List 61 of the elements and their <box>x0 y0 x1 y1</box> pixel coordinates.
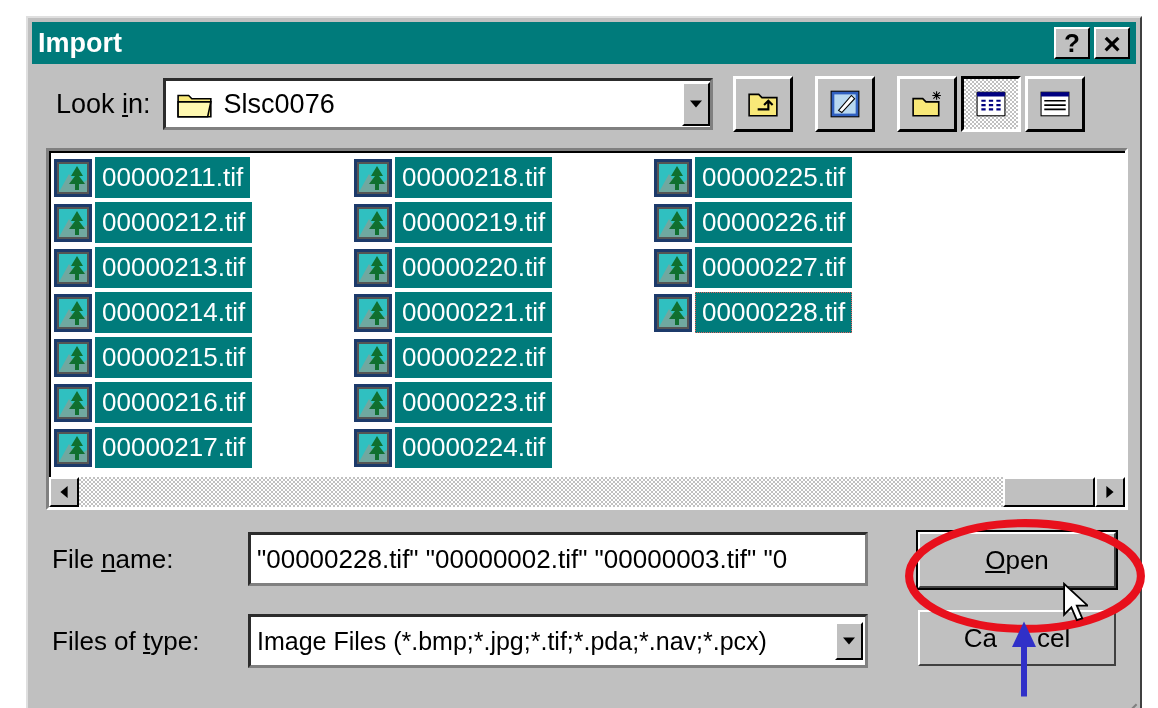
list-view-icon <box>975 91 1006 117</box>
window-title: Import <box>38 27 122 59</box>
file-list-item[interactable]: 00000215.tif <box>95 337 253 378</box>
file-list-item[interactable]: 00000219.tif <box>395 202 553 243</box>
file-list-item[interactable]: 00000222.tif <box>395 337 553 378</box>
image-file-icon <box>53 337 93 378</box>
image-file-icon <box>53 202 93 243</box>
image-file-icon <box>53 157 93 198</box>
file-name-field[interactable]: "00000228.tif" "00000002.tif" "00000003.tif" "0 <box>248 532 868 586</box>
pencil-window-icon <box>828 89 861 119</box>
details-view-button[interactable] <box>1024 76 1085 132</box>
image-file-icon <box>53 292 93 333</box>
file-list-item[interactable]: 00000227.tif <box>695 247 853 288</box>
image-file-icon <box>53 247 93 288</box>
file-list-item[interactable]: 00000218.tif <box>395 157 553 198</box>
image-file-icon <box>653 292 693 333</box>
file-name-label: File name: <box>52 543 175 575</box>
image-file-icon <box>353 247 393 288</box>
image-file-icon <box>353 202 393 243</box>
scrollbar-thumb[interactable] <box>1003 477 1095 507</box>
image-file-icon <box>353 157 393 198</box>
desktop-button[interactable] <box>814 76 875 132</box>
file-list-item[interactable]: 00000217.tif <box>95 427 253 468</box>
files-of-type-label: Files of type: <box>52 625 201 657</box>
image-file-icon <box>53 427 93 468</box>
image-file-icon <box>353 382 393 423</box>
file-list-item[interactable]: 00000223.tif <box>395 382 553 423</box>
list-view-button[interactable] <box>960 76 1021 132</box>
new-folder-icon <box>910 90 943 118</box>
file-list-item[interactable]: 00000221.tif <box>395 292 553 333</box>
file-list-item[interactable]: 00000220.tif <box>395 247 553 288</box>
file-list-item[interactable]: 00000226.tif <box>695 202 853 243</box>
look-in-value: Slsc0076 <box>223 88 336 120</box>
file-list-item[interactable]: 00000214.tif <box>95 292 253 333</box>
files-of-type-dropdown[interactable]: Image Files (*.bmp;*.jpg;*.tif;*.pda;*.nav;*.pcx) <box>248 614 868 668</box>
file-list-item[interactable]: 00000212.tif <box>95 202 253 243</box>
image-file-icon <box>353 292 393 333</box>
look-in-dropdown[interactable]: Slsc0076 <box>162 78 713 130</box>
new-folder-button[interactable] <box>896 76 957 132</box>
image-file-icon <box>653 247 693 288</box>
image-file-icon <box>353 337 393 378</box>
file-list-item[interactable]: 00000224.tif <box>395 427 553 468</box>
details-view-icon <box>1039 91 1070 117</box>
image-file-icon <box>53 382 93 423</box>
image-file-icon <box>353 427 393 468</box>
up-folder-button[interactable] <box>732 76 793 132</box>
scroll-left-icon[interactable] <box>49 477 79 507</box>
file-list-item[interactable]: 00000228.tif <box>695 292 853 333</box>
look-in-label: Look in: <box>56 88 151 120</box>
file-list-item[interactable]: 00000211.tif <box>95 157 251 198</box>
help-button[interactable]: ? <box>1054 27 1090 59</box>
horizontal-scrollbar[interactable] <box>49 477 1125 507</box>
close-button[interactable]: × <box>1094 27 1130 59</box>
file-list-item[interactable]: 00000225.tif <box>695 157 853 198</box>
file-list-item[interactable]: 00000213.tif <box>95 247 253 288</box>
open-button[interactable]: Open <box>918 532 1116 588</box>
image-file-icon <box>653 202 693 243</box>
image-file-icon <box>653 157 693 198</box>
scroll-right-icon[interactable] <box>1095 477 1125 507</box>
mouse-cursor-icon <box>1062 582 1088 622</box>
file-list-item[interactable]: 00000216.tif <box>95 382 253 423</box>
